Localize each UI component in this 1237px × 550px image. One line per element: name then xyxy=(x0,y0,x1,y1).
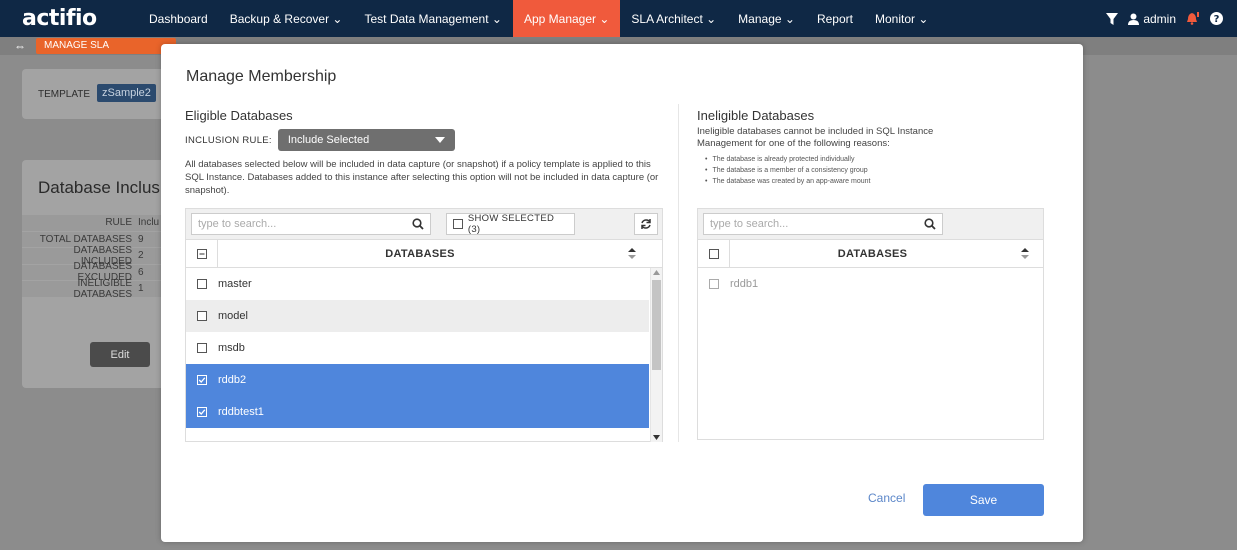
eligible-title: Eligible Databases xyxy=(185,108,293,123)
edit-button[interactable]: Edit xyxy=(90,342,150,367)
show-selected-checkbox[interactable] xyxy=(453,219,463,229)
eligible-toolbar: type to search... SHOW SELECTED (3) xyxy=(186,209,662,240)
nav-monitor[interactable]: Monitor ⌄ xyxy=(864,0,939,37)
stat-row: INELIGIBLE DATABASES 1 xyxy=(22,278,162,300)
checked-checkbox-icon[interactable] xyxy=(197,407,207,417)
select-all-checkbox[interactable] xyxy=(698,239,730,268)
eligible-column-header: DATABASES xyxy=(186,239,662,268)
database-name: rddb2 xyxy=(218,374,247,386)
nav-sla-architect[interactable]: SLA Architect ⌄ xyxy=(620,0,727,37)
nav-menu: Dashboard Backup & Recover ⌄ Test Data M… xyxy=(138,0,939,37)
filter-icon[interactable] xyxy=(1106,12,1119,25)
ineligible-table: type to search... DATABASES rddb1 xyxy=(697,208,1044,440)
top-nav: actifio Dashboard Backup & Recover ⌄ Tes… xyxy=(0,0,1237,37)
template-label: TEMPLATE xyxy=(38,89,91,100)
reason-item: The database is a member of a consistenc… xyxy=(705,165,1047,176)
search-icon[interactable] xyxy=(412,218,424,230)
column-divider xyxy=(678,104,679,442)
inclusion-rule-label: INCLUSION RULE: xyxy=(185,134,272,146)
scrollbar-thumb[interactable] xyxy=(652,280,661,370)
ineligible-reasons: The database is already protected indivi… xyxy=(697,154,1047,187)
show-selected-toggle[interactable]: SHOW SELECTED (3) xyxy=(446,213,575,235)
database-name: master xyxy=(218,278,252,290)
inclusion-rule-select[interactable]: Include Selected xyxy=(277,129,455,151)
nav-manage[interactable]: Manage ⌄ xyxy=(727,0,806,37)
manage-membership-modal: Manage Membership Eligible Databases INC… xyxy=(161,44,1083,542)
database-name: rddb1 xyxy=(730,278,759,290)
checked-checkbox-icon[interactable] xyxy=(197,375,207,385)
row-checkbox[interactable] xyxy=(197,311,207,321)
eligible-rows: master model msdb rddb2 rddbtest1 xyxy=(186,268,649,428)
template-value: zSample2 xyxy=(97,84,156,102)
ineligible-column-header: DATABASES xyxy=(698,239,1043,268)
nav-test-data-management[interactable]: Test Data Management ⌄ xyxy=(354,0,513,37)
manage-sla-tab[interactable]: MANAGE SLA xyxy=(36,38,176,54)
select-all-checkbox[interactable] xyxy=(186,239,218,268)
nav-report[interactable]: Report xyxy=(806,0,864,37)
reason-item: The database was created by an app-aware… xyxy=(705,176,1047,187)
inclusion-rule-row: INCLUSION RULE: Include Selected xyxy=(185,129,663,151)
list-item[interactable]: rddb2 xyxy=(186,364,649,396)
refresh-button[interactable] xyxy=(634,213,658,235)
svg-text:?: ? xyxy=(1214,14,1220,25)
scroll-down-icon[interactable] xyxy=(653,435,660,440)
user-icon xyxy=(1128,13,1140,25)
nav-right: admin ? xyxy=(1106,0,1223,37)
help-icon[interactable]: ? xyxy=(1210,12,1223,25)
eligible-table: type to search... SHOW SELECTED (3) DATA… xyxy=(185,208,663,442)
eligible-scrollbar[interactable] xyxy=(650,268,662,442)
ineligible-toolbar: type to search... xyxy=(698,209,1043,240)
nav-dashboard[interactable]: Dashboard xyxy=(138,0,219,37)
search-icon[interactable] xyxy=(924,218,936,230)
modal-title: Manage Membership xyxy=(186,68,337,85)
app-logo[interactable]: actifio xyxy=(0,6,138,31)
sort-icon[interactable] xyxy=(622,247,642,261)
search-placeholder: type to search... xyxy=(710,218,789,230)
nav-app-manager[interactable]: App Manager ⌄ xyxy=(512,0,621,37)
dropdown-caret-icon xyxy=(434,137,445,143)
list-item: rddb1 xyxy=(698,268,1043,300)
ineligible-search-input[interactable]: type to search... xyxy=(703,213,943,235)
save-button[interactable]: Save xyxy=(923,484,1044,516)
databases-column-header[interactable]: DATABASES xyxy=(218,248,622,260)
database-name: model xyxy=(218,310,248,322)
cancel-button[interactable]: Cancel xyxy=(868,491,905,505)
databases-column-header[interactable]: DATABASES xyxy=(730,248,1015,260)
row-checkbox[interactable] xyxy=(197,343,207,353)
ineligible-title: Ineligible Databases xyxy=(697,108,815,123)
user-menu[interactable]: admin xyxy=(1128,12,1176,26)
database-name: msdb xyxy=(218,342,245,354)
ineligible-description: Ineligible databases cannot be included … xyxy=(697,126,934,149)
partial-check-icon xyxy=(196,248,207,259)
search-placeholder: type to search... xyxy=(198,218,277,230)
bell-icon[interactable] xyxy=(1186,12,1200,25)
inclusion-rule-value: Include Selected xyxy=(287,134,370,146)
list-item[interactable]: model xyxy=(186,300,649,332)
list-item[interactable]: msdb xyxy=(186,332,649,364)
list-item[interactable]: master xyxy=(186,268,649,300)
reason-item: The database is already protected indivi… xyxy=(705,154,1047,165)
database-inclusion-title: Database Inclusio xyxy=(38,178,174,197)
refresh-icon xyxy=(641,219,651,229)
eligible-section: Eligible Databases INCLUSION RULE: Inclu… xyxy=(185,108,663,197)
database-name: rddbtest1 xyxy=(218,406,264,418)
sort-icon[interactable] xyxy=(1015,247,1035,261)
row-checkbox[interactable] xyxy=(197,279,207,289)
back-arrow-icon[interactable]: ⇔ xyxy=(14,39,32,53)
list-item[interactable]: rddbtest1 xyxy=(186,396,649,428)
nav-backup-recover[interactable]: Backup & Recover ⌄ xyxy=(219,0,354,37)
stat-row: RULE Inclu xyxy=(22,215,162,231)
inclusion-stats: RULE Inclu TOTAL DATABASES 9 DATABASES INC… xyxy=(22,215,162,300)
user-name: admin xyxy=(1143,11,1176,26)
row-checkbox xyxy=(709,279,719,289)
eligible-description: All databases selected below will be inc… xyxy=(185,159,659,196)
ineligible-section: Ineligible Databases Ineligible database… xyxy=(697,108,1047,187)
show-selected-label: SHOW SELECTED (3) xyxy=(467,213,555,235)
eligible-search-input[interactable]: type to search... xyxy=(191,213,431,235)
scroll-up-icon[interactable] xyxy=(653,270,660,275)
